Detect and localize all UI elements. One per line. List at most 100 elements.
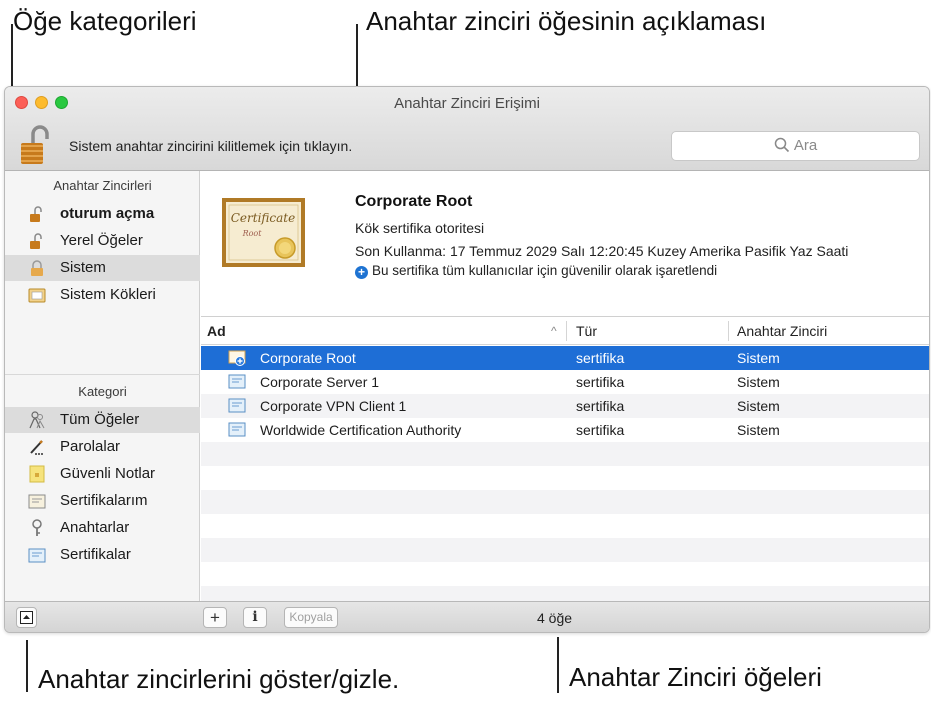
category-label: Sertifikalar bbox=[60, 546, 131, 563]
keychains-header: Anahtar Zincirleri bbox=[53, 178, 152, 193]
cert-script-text: Certificate bbox=[231, 211, 295, 225]
table-row[interactable]: Corporate Server 1 sertifika Sistem bbox=[201, 370, 929, 394]
key-icon bbox=[32, 519, 42, 536]
category-label: Sertifikalarım bbox=[60, 492, 148, 509]
sidebar-item-system-roots[interactable]: Sistem Kökleri bbox=[5, 282, 200, 308]
empty-row bbox=[201, 514, 929, 538]
copy-button[interactable]: Kopyala bbox=[284, 607, 338, 628]
add-item-button[interactable]: + bbox=[203, 607, 227, 628]
table-row[interactable]: Corporate VPN Client 1 sertifika Sistem bbox=[201, 394, 929, 418]
info-button[interactable]: i bbox=[243, 607, 267, 628]
lock-open-icon bbox=[31, 260, 43, 276]
callout-line-toggle bbox=[26, 640, 28, 692]
callout-toggle-keychains: Anahtar zincirlerini göster/gizle. bbox=[38, 664, 400, 694]
trust-text: Bu sertifika tüm kullanıcılar için güven… bbox=[372, 263, 718, 278]
lock-open-icon bbox=[30, 206, 42, 222]
search-placeholder: Ara bbox=[793, 137, 818, 154]
callout-keychain-items: Anahtar Zinciri öğeleri bbox=[569, 662, 822, 692]
table-row[interactable]: Corporate Root sertifika Sistem bbox=[201, 346, 929, 370]
table-row[interactable]: Worldwide Certification Authority sertif… bbox=[201, 418, 929, 442]
category-label: Güvenli Notlar bbox=[60, 465, 156, 482]
folder-cert-icon bbox=[28, 288, 46, 303]
column-separator[interactable] bbox=[566, 321, 567, 341]
column-header-name[interactable]: Ad bbox=[207, 317, 226, 345]
row-name: Corporate Server 1 bbox=[260, 374, 380, 390]
empty-row bbox=[201, 538, 929, 562]
column-separator[interactable] bbox=[728, 321, 729, 341]
column-header-kind[interactable]: Tür bbox=[576, 317, 597, 345]
sidebar-item-login[interactable]: oturum açma bbox=[5, 201, 200, 227]
titlebar: Anahtar Zinciri Erişimi Sistem anahtar z… bbox=[5, 87, 929, 171]
plus-circle-icon: + bbox=[355, 266, 368, 279]
empty-row bbox=[201, 490, 929, 514]
callout-item-description: Anahtar zinciri öğesinin açıklaması bbox=[366, 6, 767, 36]
category-certificates[interactable]: Sertifikalar bbox=[5, 542, 200, 568]
item-title: Corporate Root bbox=[355, 193, 473, 210]
callout-item-categories: Öğe kategorileri bbox=[13, 6, 197, 36]
category-passwords[interactable]: Parolalar bbox=[5, 434, 200, 460]
cert-icon bbox=[28, 494, 46, 509]
cert-plus-icon bbox=[228, 350, 246, 366]
sidebar-divider[interactable] bbox=[5, 374, 200, 375]
keychain-window: Anahtar Zinciri Erişimi Sistem anahtar z… bbox=[4, 86, 930, 633]
sidebar-item-label: oturum açma bbox=[60, 205, 155, 222]
empty-row bbox=[201, 586, 929, 601]
sidebar-item-local-items[interactable]: Yerel Öğeler bbox=[5, 228, 200, 254]
pencil-icon bbox=[30, 440, 43, 455]
eject-icon bbox=[20, 611, 33, 624]
category-label: Anahtarlar bbox=[60, 519, 130, 536]
row-name: Corporate VPN Client 1 bbox=[260, 398, 407, 414]
sort-ascending-icon[interactable]: ^ bbox=[551, 317, 557, 345]
cert-icon bbox=[228, 398, 246, 413]
category-label: Tüm Öğeler bbox=[60, 411, 140, 428]
cert-icon bbox=[228, 422, 246, 437]
row-kind: sertifika bbox=[576, 374, 625, 390]
people-icon bbox=[29, 411, 45, 429]
cert-sub-text: Root bbox=[242, 229, 263, 238]
empty-row bbox=[201, 442, 929, 466]
sidebar-item-label: Sistem Kökleri bbox=[60, 286, 156, 303]
certificate-icon: Certificate Root bbox=[222, 198, 305, 267]
empty-row bbox=[201, 466, 929, 490]
row-keychain: Sistem bbox=[737, 422, 780, 438]
empty-row bbox=[201, 562, 929, 586]
category-keys[interactable]: Anahtarlar bbox=[5, 515, 200, 541]
sidebar-item-label: Sistem bbox=[60, 259, 106, 276]
item-kind: Kök sertifika otoritesi bbox=[355, 220, 485, 236]
search-icon bbox=[774, 137, 789, 153]
item-count: 4 öğe bbox=[537, 610, 573, 626]
row-kind: sertifika bbox=[576, 350, 625, 366]
items-table: Ad ^ Tür Anahtar Zinciri Corporate Root … bbox=[201, 317, 929, 601]
row-keychain: Sistem bbox=[737, 350, 780, 366]
row-kind: sertifika bbox=[576, 398, 625, 414]
window-title: Anahtar Zinciri Erişimi bbox=[394, 95, 540, 112]
column-header-keychain[interactable]: Anahtar Zinciri bbox=[737, 317, 827, 345]
lock-instruction[interactable]: Sistem anahtar zincirini kilitlemek için… bbox=[69, 138, 352, 154]
item-trust: + Bu sertifika tüm kullanıcılar için güve… bbox=[355, 263, 717, 279]
category-my-certificates[interactable]: Sertifikalarım bbox=[5, 488, 200, 514]
note-icon bbox=[29, 465, 45, 483]
sidebar-item-label: Yerel Öğeler bbox=[60, 232, 143, 249]
row-name: Worldwide Certification Authority bbox=[260, 422, 462, 438]
item-expiry: Son Kullanma: 17 Temmuz 2029 Salı 12:20:… bbox=[355, 243, 849, 259]
bottom-toolbar: + i Kopyala 4 öğe bbox=[5, 601, 929, 632]
table-header: Ad ^ Tür Anahtar Zinciri bbox=[201, 317, 929, 345]
cert-icon bbox=[28, 548, 46, 563]
toggle-keychains-button[interactable] bbox=[16, 607, 37, 628]
category-secure-notes[interactable]: Güvenli Notlar bbox=[5, 461, 200, 487]
search-field[interactable]: Ara bbox=[671, 131, 920, 161]
category-header: Kategori bbox=[78, 384, 127, 399]
category-label: Parolalar bbox=[60, 438, 121, 455]
category-all-items[interactable]: Tüm Öğeler bbox=[5, 407, 200, 433]
row-keychain: Sistem bbox=[737, 374, 780, 390]
cert-icon bbox=[228, 374, 246, 389]
sidebar: Anahtar Zincirleri oturum açma Yerel Öğe… bbox=[5, 171, 200, 601]
item-detail-panel: Certificate Root Corporate Root Kök sert… bbox=[201, 171, 929, 317]
row-keychain: Sistem bbox=[737, 398, 780, 414]
callout-line-items bbox=[557, 637, 559, 693]
sidebar-item-system[interactable]: Sistem bbox=[5, 255, 200, 281]
row-name: Corporate Root bbox=[260, 350, 356, 366]
lock-open-icon[interactable] bbox=[19, 123, 53, 165]
lock-open-icon bbox=[30, 233, 42, 249]
row-kind: sertifika bbox=[576, 422, 625, 438]
